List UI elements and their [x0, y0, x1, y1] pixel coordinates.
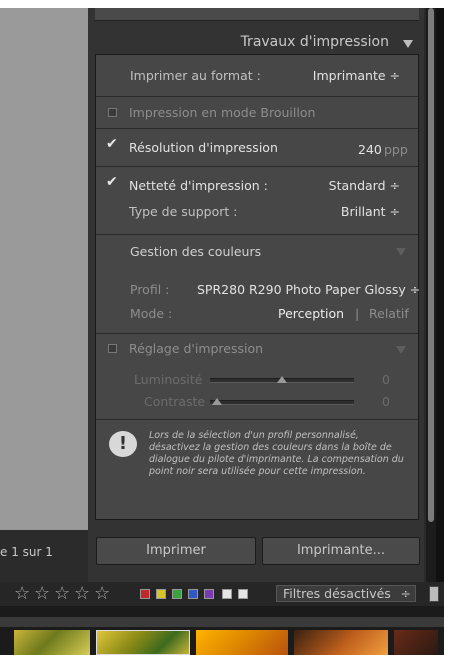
printer-button[interactable]: Imprimante...	[262, 537, 420, 565]
profile-row: Profil : SPR280 R290 Photo Paper Glossy …	[96, 280, 420, 300]
filmstrip-thumbnail[interactable]	[14, 630, 90, 655]
star-icon[interactable]: ☆	[34, 583, 50, 604]
color-management-title: Gestion des couleurs	[130, 244, 262, 259]
profile-select[interactable]: SPR280 R290 Photo Paper Glossy ÷	[197, 282, 420, 297]
media-type-label: Type de support :	[129, 204, 238, 219]
print-format-select[interactable]: Imprimante ÷	[313, 68, 400, 83]
filter-lock-icon[interactable]	[429, 586, 439, 602]
brightness-value: 0	[382, 372, 390, 387]
draft-mode-checkbox[interactable]	[108, 108, 117, 117]
filter-arrow: ÷	[400, 586, 411, 601]
resolution-checkbox[interactable]: ✔	[106, 136, 118, 152]
divider	[96, 96, 418, 97]
scrollbar-thumb[interactable]	[428, 8, 434, 522]
star-icon[interactable]: ☆	[94, 583, 110, 604]
sharpen-select[interactable]: Standard ÷	[329, 178, 400, 193]
contrast-slider-handle[interactable]	[212, 398, 223, 405]
resolution-label: Résolution d'impression	[129, 140, 278, 155]
filmstrip-thumbnail-selected[interactable]	[96, 630, 190, 655]
sharpen-row: ✔ Netteté d'impression : Standard ÷	[96, 174, 418, 198]
sharpen-label: Netteté d'impression :	[129, 178, 268, 193]
divider	[96, 128, 418, 129]
color-label-none[interactable]	[238, 589, 248, 599]
color-label-purple[interactable]	[204, 589, 214, 599]
mode-separator: |	[355, 306, 360, 321]
print-button[interactable]: Imprimer	[96, 537, 256, 565]
divider	[96, 234, 418, 235]
divider	[96, 166, 418, 167]
profile-label: Profil :	[130, 282, 170, 297]
divider	[96, 333, 418, 334]
triangle-down-icon[interactable]	[396, 346, 406, 354]
print-job-panel-header[interactable]: Travaux d'impression	[95, 28, 419, 54]
print-format-row: Imprimer au format : Imprimante ÷	[96, 62, 418, 90]
print-adjustment-label: Réglage d'impression	[129, 341, 264, 356]
color-management-header[interactable]: Gestion des couleurs	[96, 240, 418, 264]
resolution-value[interactable]: 240	[358, 142, 382, 157]
info-message: Lors de la sélection d'un profil personn…	[149, 430, 404, 477]
page-indicator: e 1 sur 1	[0, 545, 53, 559]
filter-select[interactable]: Filtres désactivés ÷	[276, 585, 416, 602]
resolution-unit: ppp	[384, 142, 408, 157]
contrast-slider[interactable]	[210, 400, 354, 405]
triangle-down-icon[interactable]	[396, 248, 406, 256]
contrast-row: Contraste 0	[96, 393, 418, 411]
exclamation-icon: !	[109, 431, 137, 457]
previous-panel-bottom	[95, 8, 419, 21]
filmstrip-scrollbar[interactable]	[0, 617, 444, 627]
panel-title: Travaux d'impression	[240, 34, 389, 50]
star-icon[interactable]: ☆	[14, 583, 30, 604]
media-type-select[interactable]: Brillant ÷	[341, 204, 400, 219]
mode-label: Mode :	[130, 306, 173, 321]
color-label-blue[interactable]	[188, 589, 198, 599]
color-label-red[interactable]	[140, 589, 150, 599]
brightness-slider-handle[interactable]	[277, 376, 287, 383]
brightness-row: Luminosité 0	[96, 371, 418, 389]
window-edge	[436, 8, 444, 655]
print-adjustment-row[interactable]: Réglage d'impression	[96, 338, 418, 360]
filmstrip-thumbnail[interactable]	[294, 630, 388, 655]
star-icon[interactable]: ☆	[74, 583, 90, 604]
divider	[96, 419, 418, 420]
brightness-label: Luminosité	[134, 372, 203, 387]
triangle-down-icon[interactable]	[403, 40, 413, 48]
color-label-custom[interactable]	[222, 589, 232, 599]
sharpen-checkbox[interactable]: ✔	[106, 174, 118, 190]
print-format-label: Imprimer au format :	[130, 68, 261, 83]
filter-value: Filtres désactivés	[283, 586, 391, 601]
filmstrip-thumbnail[interactable]	[196, 630, 288, 655]
star-icon[interactable]: ☆	[54, 583, 70, 604]
preview-area	[0, 8, 88, 530]
contrast-value: 0	[382, 394, 390, 409]
filmstrip-thumbnail[interactable]	[394, 630, 438, 655]
media-type-row: Type de support : Brillant ÷	[96, 202, 418, 224]
resolution-row[interactable]: ✔ Résolution d'impression 240 ppp	[96, 136, 418, 162]
draft-mode-label: Impression en mode Brouillon	[129, 105, 316, 120]
contrast-label: Contraste	[144, 394, 206, 409]
rendering-mode-row: Mode : Perception | Relatif	[96, 304, 418, 324]
mode-relative-option[interactable]: Relatif	[369, 306, 409, 321]
draft-mode-row[interactable]: Impression en mode Brouillon	[96, 100, 418, 126]
mode-perception-option[interactable]: Perception	[278, 306, 344, 321]
color-label-green[interactable]	[172, 589, 182, 599]
print-adjustment-checkbox[interactable]	[108, 344, 117, 353]
color-label-yellow[interactable]	[156, 589, 166, 599]
